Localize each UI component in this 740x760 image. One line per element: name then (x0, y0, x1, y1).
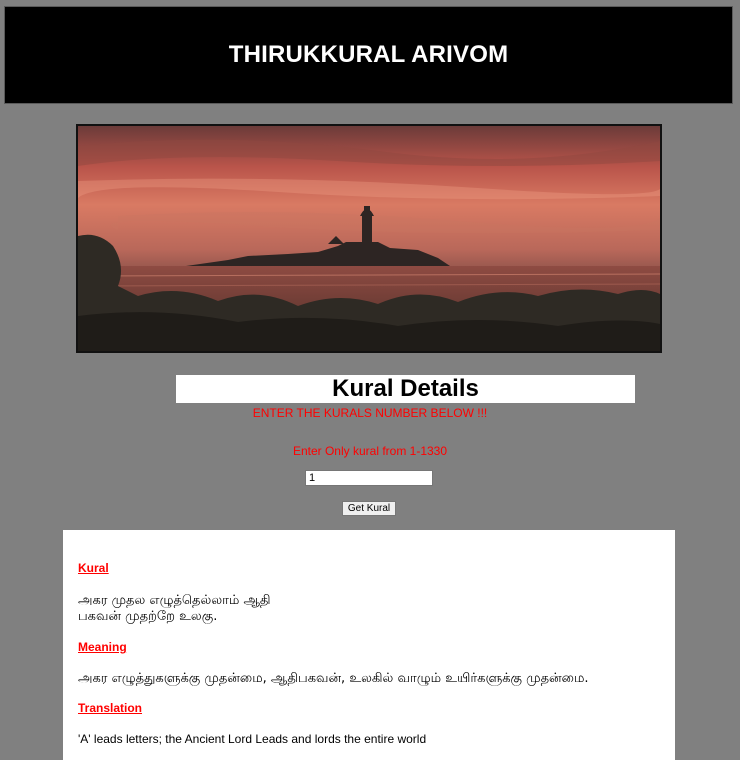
kural-line-2: பகவன் முதற்றே உலகு. (78, 609, 218, 624)
kural-label: Kural (78, 561, 109, 575)
kural-result-panel: Kural அகர முதல எழுத்தெல்லாம் ஆதி பகவன் ம… (63, 530, 675, 760)
translation-label: Translation (78, 701, 143, 715)
site-header: THIRUKKURAL ARIVOM (4, 6, 733, 104)
get-kural-button[interactable]: Get Kural (342, 501, 396, 516)
kural-line-1: அகர முதல எழுத்தெல்லாம் ஆதி (78, 593, 271, 608)
meaning-label: Meaning (78, 640, 127, 654)
kural-details-title: Kural Details (332, 375, 479, 402)
kural-number-input[interactable] (305, 470, 433, 486)
instruction-text: ENTER THE KURALS NUMBER BELOW !!! (252, 406, 488, 420)
range-note-text: Enter Only kural from 1-1330 (292, 444, 448, 458)
kural-details-heading-box: Kural Details (176, 375, 635, 403)
meaning-text: அகர எழுத்துகளுக்கு முதன்மை, ஆதிபகவன், உல… (78, 671, 589, 686)
site-title: THIRUKKURAL ARIVOM (228, 41, 509, 68)
translation-text: 'A' leads letters; the Ancient Lord Lead… (78, 732, 427, 746)
sunset-statue-image (78, 126, 660, 351)
hero-banner (76, 124, 662, 353)
